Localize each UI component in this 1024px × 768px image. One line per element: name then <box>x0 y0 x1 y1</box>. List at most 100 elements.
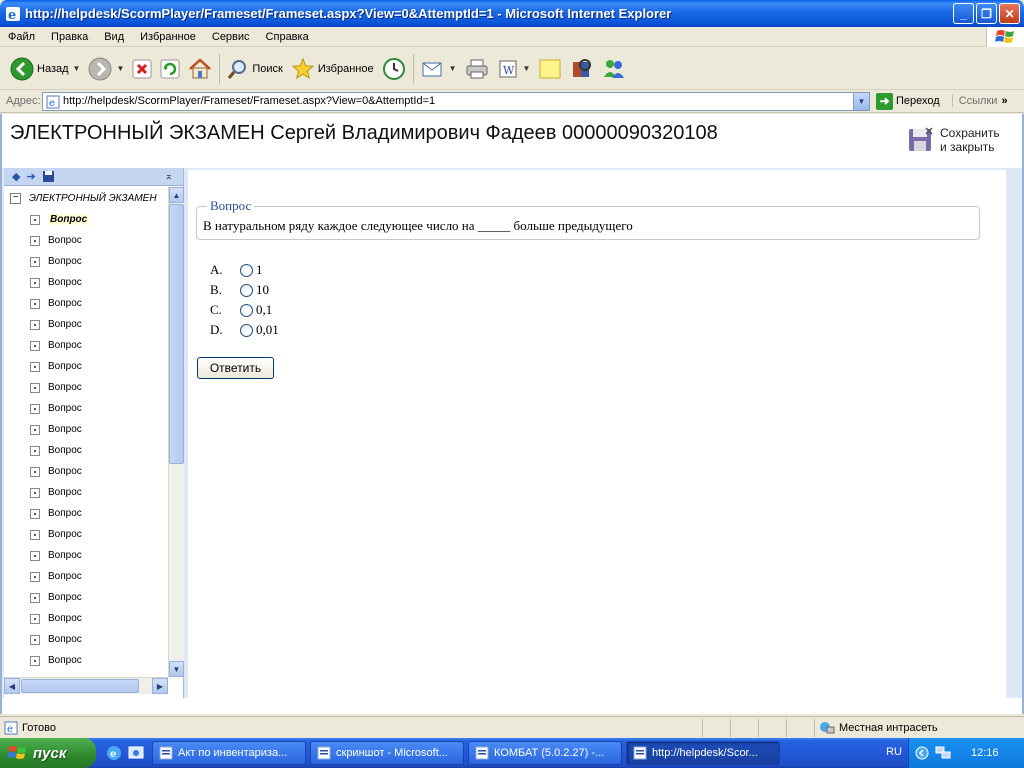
close-button[interactable]: ✕ <box>999 3 1020 24</box>
answer-radio[interactable] <box>240 323 253 337</box>
tree-item-question[interactable]: Вопрос <box>4 545 168 566</box>
scroll-right-icon[interactable]: ▶ <box>152 678 168 694</box>
tree-item-question[interactable]: Вопрос <box>4 272 168 293</box>
tree-item-question[interactable]: Вопрос <box>4 209 168 230</box>
menu-favorites[interactable]: Избранное <box>132 31 204 43</box>
answer-radio[interactable] <box>240 283 253 297</box>
collapse-pane-icon[interactable]: ⌅ <box>165 171 173 182</box>
menu-help[interactable]: Справка <box>258 31 317 43</box>
show-desktop-icon[interactable] <box>128 745 144 761</box>
toolbar: Назад ▼ ▼ Поиск Избранное ▼ W ▼ <box>0 48 1024 90</box>
go-button[interactable]: ➜ Переход <box>876 92 940 110</box>
history-button[interactable] <box>378 52 410 86</box>
edit-dropdown-icon[interactable]: ▼ <box>523 64 531 73</box>
hscroll-thumb[interactable] <box>21 679 139 693</box>
tree-item-question[interactable]: Вопрос <box>4 251 168 272</box>
taskbar-task[interactable]: http://helpdesk/Scor... <box>626 741 780 765</box>
favorites-label: Избранное <box>317 62 374 75</box>
forward-dropdown-icon[interactable]: ▼ <box>116 64 124 73</box>
forward-button[interactable]: ▼ <box>84 52 128 86</box>
home-button[interactable] <box>184 52 216 86</box>
scroll-thumb[interactable] <box>169 204 184 464</box>
tree-item-question[interactable]: Вопрос <box>4 524 168 545</box>
tree-item-label: Вопрос <box>48 256 82 267</box>
tree-item-question[interactable]: Вопрос <box>4 503 168 524</box>
answer-value: 1 <box>256 262 263 277</box>
tree-item-question[interactable]: Вопрос <box>4 377 168 398</box>
menu-edit[interactable]: Правка <box>43 31 96 43</box>
stop-button[interactable] <box>128 52 156 86</box>
tree-item-question[interactable]: Вопрос <box>4 650 168 671</box>
tree-item-question[interactable]: Вопрос <box>4 335 168 356</box>
tree-item-question[interactable]: Вопрос <box>4 566 168 587</box>
network-icon[interactable] <box>935 746 951 760</box>
tray-expand-icon[interactable] <box>915 746 929 760</box>
taskbar-task-label: скриншот - Microsoft... <box>336 747 448 759</box>
save-icon[interactable] <box>42 170 55 183</box>
address-dropdown-icon[interactable]: ▼ <box>853 92 869 110</box>
tree-leaf-icon <box>30 277 40 288</box>
ie-quicklaunch-icon[interactable]: e <box>106 745 122 761</box>
next-arrow-icon[interactable]: ➔ <box>26 170 35 183</box>
answer-radio[interactable] <box>240 263 253 277</box>
tree-leaf-icon <box>30 655 40 666</box>
tree-item-question[interactable]: Вопрос <box>4 608 168 629</box>
tree-item-question[interactable]: Вопрос <box>4 314 168 335</box>
submit-answer-button[interactable]: Ответить <box>197 357 274 379</box>
taskbar-task[interactable]: скриншот - Microsoft... <box>310 741 464 765</box>
task-app-icon <box>475 746 489 760</box>
messenger-button[interactable] <box>598 52 630 86</box>
tree-item-question[interactable]: Вопрос <box>4 440 168 461</box>
links-chevron-icon[interactable]: » <box>1001 95 1007 107</box>
back-button[interactable]: Назад ▼ <box>6 52 84 86</box>
tree-root[interactable]: − ЭЛЕКТРОННЫЙ ЭКЗАМЕН <box>4 187 168 209</box>
research-button[interactable] <box>566 52 598 86</box>
scroll-left-icon[interactable]: ◀ <box>4 678 20 694</box>
messenger-icon <box>604 59 625 78</box>
mail-dropdown-icon[interactable]: ▼ <box>449 64 457 73</box>
tree-leaf-icon <box>30 634 40 645</box>
tree-item-question[interactable]: Вопрос <box>4 293 168 314</box>
start-button[interactable]: пуск <box>0 738 96 768</box>
back-dropdown-icon[interactable]: ▼ <box>73 64 81 73</box>
tree-item-question[interactable]: Вопрос <box>4 461 168 482</box>
links-button[interactable]: Ссылки <box>951 95 997 107</box>
print-button[interactable] <box>461 52 493 86</box>
tree-item-question[interactable]: Вопрос <box>4 629 168 650</box>
tree-root-label: ЭЛЕКТРОННЫЙ ЭКЗАМЕН <box>29 192 157 204</box>
edit-button[interactable]: W ▼ <box>493 52 535 86</box>
taskbar-task[interactable]: Акт по инвентариза... <box>152 741 306 765</box>
scroll-up-icon[interactable]: ▲ <box>169 187 184 203</box>
save-close-button[interactable]: Сохранить и закрыть <box>906 126 1006 154</box>
tree-item-question[interactable]: Вопрос <box>4 230 168 251</box>
discuss-button[interactable] <box>534 52 566 86</box>
maximize-button[interactable]: ❐ <box>976 3 997 24</box>
refresh-button[interactable] <box>156 52 184 86</box>
scroll-down-icon[interactable]: ▼ <box>169 661 184 677</box>
window-title-bar[interactable]: e http://helpdesk/ScormPlayer/Frameset/F… <box>0 0 1024 27</box>
answer-radio[interactable] <box>240 303 253 317</box>
svg-text:e: e <box>7 724 13 735</box>
tree-vertical-scrollbar[interactable]: ▲ ▼ <box>168 187 184 677</box>
tree-leaf-icon <box>30 298 40 309</box>
menu-tools[interactable]: Сервис <box>204 31 258 43</box>
previous-arrow-icon[interactable]: ◆ <box>12 170 20 183</box>
tree-item-question[interactable]: Вопрос <box>4 419 168 440</box>
menu-view[interactable]: Вид <box>96 31 132 43</box>
svg-text:e: e <box>8 8 16 22</box>
minimize-button[interactable]: _ <box>953 3 974 24</box>
favorites-button[interactable]: Избранное <box>287 52 378 86</box>
tree-item-question[interactable]: Вопрос <box>4 356 168 377</box>
language-indicator[interactable]: RU <box>886 746 902 758</box>
menu-file[interactable]: Файл <box>0 31 43 43</box>
mail-button[interactable]: ▼ <box>417 52 461 86</box>
address-input[interactable]: e http://helpdesk/ScormPlayer/Frameset/F… <box>42 91 870 111</box>
tree-item-question[interactable]: Вопрос <box>4 587 168 608</box>
tree-horizontal-scrollbar[interactable]: ◀ ▶ <box>4 677 168 694</box>
tree-item-question[interactable]: Вопрос <box>4 482 168 503</box>
tree-item-question[interactable]: Вопрос <box>4 398 168 419</box>
tree-collapse-icon[interactable]: − <box>10 192 21 204</box>
search-button[interactable]: Поиск <box>223 52 286 86</box>
taskbar-task[interactable]: КОМБАТ (5.0.2.27) -... <box>468 741 622 765</box>
answer-letter: A. <box>210 262 223 277</box>
